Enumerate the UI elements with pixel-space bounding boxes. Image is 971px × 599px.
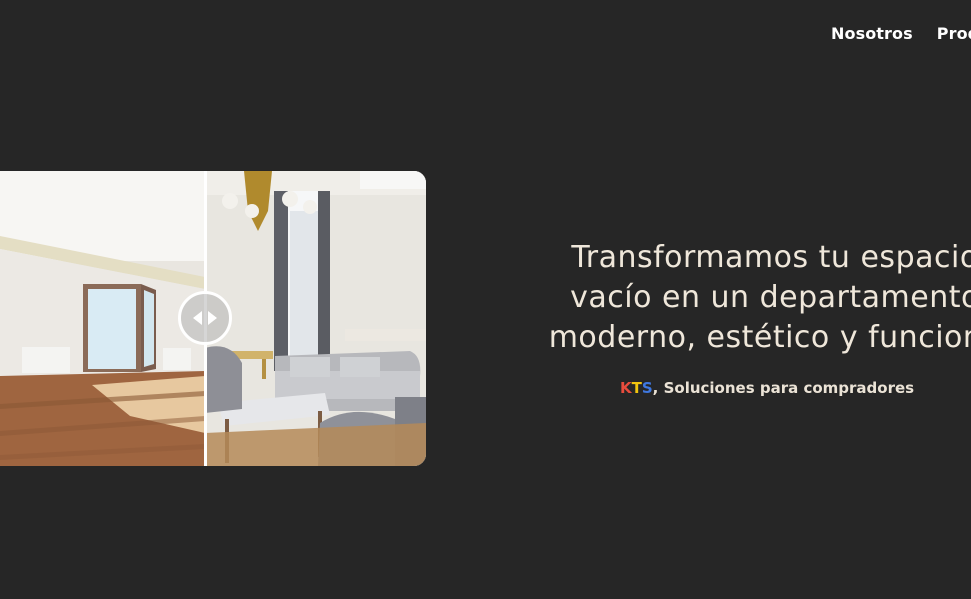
nav-link-nosotros[interactable]: Nosotros [831,24,913,43]
landing-page: Nosotros Produ [0,0,971,599]
top-nav: Nosotros Produ [831,24,971,43]
arrow-left-icon [193,311,202,325]
hero-subtitle: KTS, Soluciones para compradores [620,379,914,397]
brand-letter-t: T [631,379,642,397]
subtitle-text: , Soluciones para compradores [652,379,915,397]
arrow-right-icon [208,311,217,325]
brand-letter-s: S [641,379,653,397]
hero-title-line: Transformamos tu espacio [571,240,971,275]
hero-title-line: vacío en un departamento [570,280,971,315]
nav-link-productos[interactable]: Produ [937,24,971,43]
slider-handle[interactable] [178,291,232,345]
before-after-slider[interactable] [0,171,426,466]
brand-letter-k: K [620,379,632,397]
hero-title-line: moderno, estético y funciona [548,320,971,355]
hero-title: Transformamos tu espacio vacío en un dep… [515,238,971,358]
